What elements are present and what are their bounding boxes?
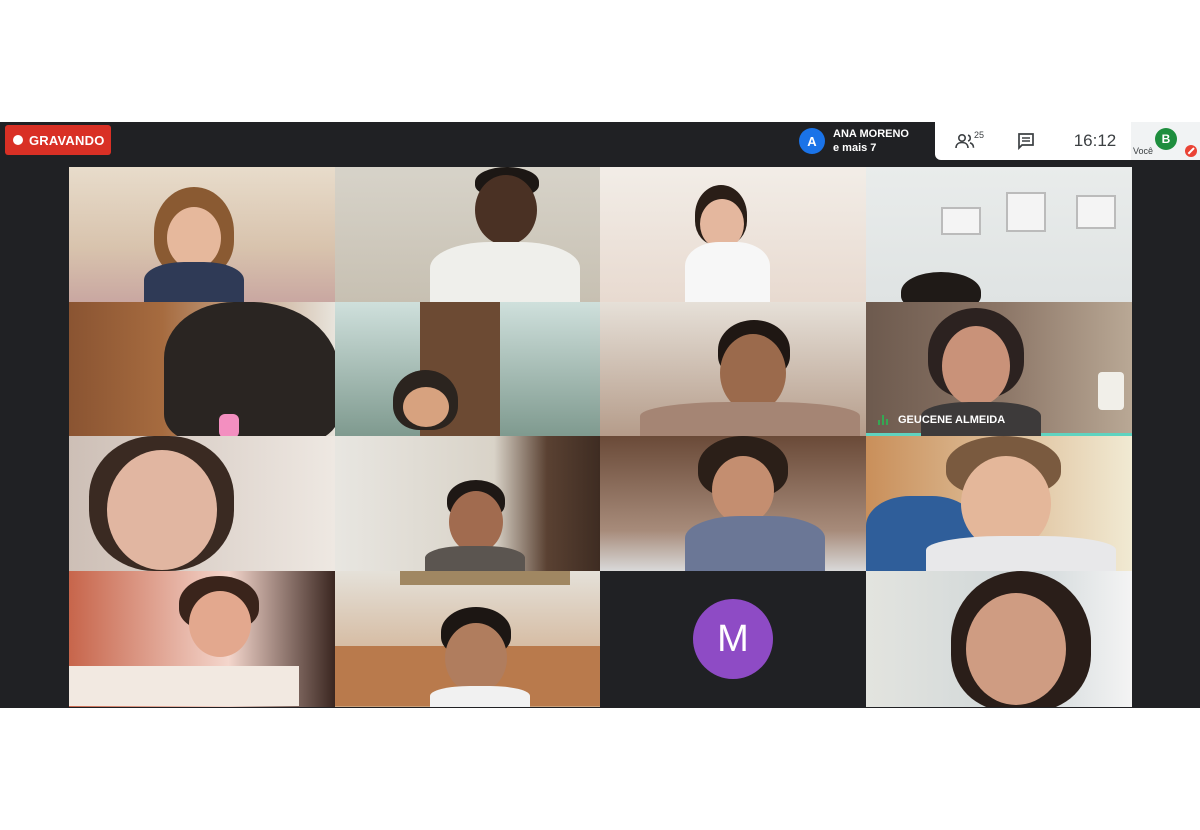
participant-tile[interactable] — [866, 436, 1132, 571]
participant-tile[interactable] — [69, 167, 335, 302]
self-avatar: B — [1155, 128, 1177, 150]
participant-tile[interactable] — [600, 302, 866, 436]
participant-tile[interactable] — [335, 167, 600, 302]
top-right-panel: 25 16:12 B Você — [935, 122, 1200, 160]
participant-tile[interactable] — [335, 571, 600, 707]
people-button[interactable]: 25 — [953, 128, 987, 154]
people-count: 25 — [973, 130, 984, 140]
participant-tile[interactable] — [69, 571, 335, 707]
participant-tile-active-speaker[interactable]: GEUCENE ALMEIDA — [866, 302, 1132, 436]
participant-avatar: M — [693, 599, 773, 679]
presenter-avatar: A — [799, 128, 825, 154]
participant-name-label: GEUCENE ALMEIDA — [878, 414, 1005, 426]
presenter-chip[interactable]: A ANA MORENO e mais 7 — [792, 122, 935, 160]
participant-tile[interactable] — [866, 571, 1132, 707]
presenter-name: ANA MORENO — [833, 128, 909, 140]
participant-tile[interactable] — [600, 436, 866, 571]
people-icon — [955, 133, 975, 149]
chat-button[interactable] — [1013, 128, 1039, 154]
presenter-others: e mais 7 — [833, 142, 877, 154]
mic-off-icon — [1185, 145, 1197, 157]
recording-dot-icon — [13, 135, 23, 145]
speaking-indicator-icon — [878, 415, 890, 425]
participant-grid: GEUCENE ALMEIDA M — [69, 167, 1132, 707]
participant-tile[interactable] — [69, 436, 335, 571]
meet-window: GRAVANDO A ANA MORENO e mais 7 25 16:12 — [0, 122, 1200, 708]
participant-tile-no-video[interactable]: M — [600, 571, 866, 707]
self-tile[interactable]: B Você — [1131, 122, 1200, 160]
participant-tile[interactable] — [335, 302, 600, 436]
participant-tile[interactable] — [69, 302, 335, 436]
participant-tile[interactable] — [600, 167, 866, 302]
participant-tile[interactable] — [335, 436, 600, 571]
participant-name: GEUCENE ALMEIDA — [898, 414, 1006, 426]
clock: 16:12 — [1073, 131, 1117, 150]
recording-indicator: GRAVANDO — [5, 125, 111, 155]
self-label: Você — [1133, 146, 1154, 156]
participant-tile[interactable] — [866, 167, 1132, 302]
recording-label: GRAVANDO — [29, 132, 105, 148]
chat-icon — [1018, 133, 1034, 150]
